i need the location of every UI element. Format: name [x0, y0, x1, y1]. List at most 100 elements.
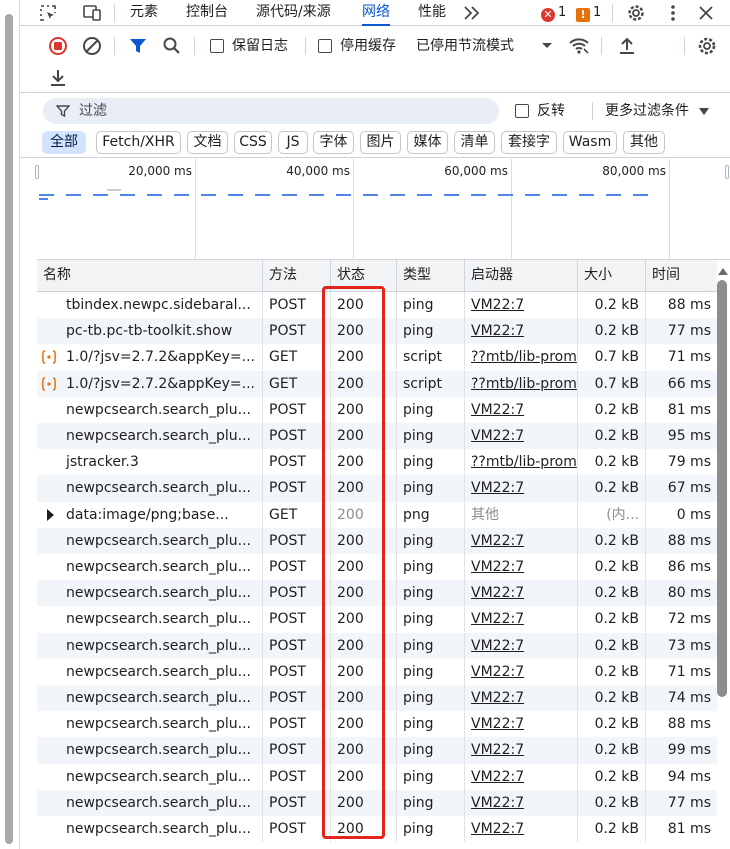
close-devtools-icon[interactable]	[696, 3, 716, 23]
filter-icon	[56, 105, 70, 118]
search-icon[interactable]	[161, 35, 183, 57]
request-time: 79 ms	[667, 454, 711, 471]
scrollbar-thumb[interactable]	[717, 280, 727, 697]
request-initiator[interactable]: VM22:7	[465, 789, 578, 816]
request-initiator[interactable]: VM22:7	[465, 816, 578, 842]
disable-cache-checkbox[interactable]: 停用缓存	[318, 37, 396, 55]
page-scrollbar[interactable]	[5, 14, 13, 844]
inspect-element-icon[interactable]	[38, 3, 58, 23]
table-scrollbar[interactable]	[715, 264, 730, 849]
settings-gear-icon[interactable]	[626, 3, 646, 23]
type-filter-doc[interactable]: 文档	[187, 131, 228, 154]
request-size: 0.2 kB	[578, 763, 646, 790]
request-time: 99 ms	[667, 742, 711, 759]
network-overview-timeline[interactable]: 20,000 ms 40,000 ms 60,000 ms 80,000 ms	[35, 159, 730, 260]
request-time: 88 ms	[667, 716, 711, 733]
column-header-type[interactable]: 类型	[397, 260, 465, 292]
request-initiator[interactable]: VM22:7	[465, 554, 578, 580]
type-filter-all[interactable]: 全部	[42, 131, 86, 154]
checkbox-box[interactable]	[210, 39, 224, 53]
checkbox-box[interactable]	[515, 104, 529, 118]
export-har-download-icon[interactable]	[47, 67, 69, 89]
network-conditions-wifi-icon[interactable]	[568, 35, 590, 57]
request-initiator[interactable]: VM22:7	[465, 737, 578, 764]
request-method: POST	[263, 658, 331, 685]
invert-label: 反转	[537, 103, 565, 119]
request-initiator[interactable]: VM22:7	[465, 423, 578, 449]
column-header-size[interactable]: 大小	[578, 260, 646, 292]
request-initiator[interactable]: VM22:7	[465, 658, 578, 685]
request-initiator[interactable]: VM22:7	[465, 606, 578, 633]
request-initiator[interactable]: VM22:7	[465, 318, 578, 345]
more-tabs-icon[interactable]	[462, 4, 482, 24]
tab-sources[interactable]: 源代码/来源	[256, 0, 331, 26]
request-initiator[interactable]: ??mtb/lib-prom	[465, 449, 578, 476]
request-initiator[interactable]: VM22:7	[465, 475, 578, 502]
type-filter-media[interactable]: 媒体	[407, 131, 448, 154]
request-initiator[interactable]: VM22:7	[465, 292, 578, 318]
network-settings-gear-icon[interactable]	[696, 35, 718, 57]
preserve-log-checkbox[interactable]: 保留日志	[210, 37, 288, 55]
more-options-icon[interactable]	[663, 3, 683, 23]
tab-network[interactable]: 网络	[362, 0, 390, 26]
column-header-initiator[interactable]: 启动器	[465, 260, 578, 292]
request-name: 1.0/?jsv=2.7.2&appKey=...	[37, 370, 263, 397]
request-initiator[interactable]: ??mtb/lib-prom	[465, 370, 578, 397]
request-initiator[interactable]: 其他	[465, 501, 578, 528]
request-initiator[interactable]: ??mtb/lib-prom	[465, 344, 578, 371]
checkbox-box[interactable]	[318, 39, 332, 53]
warning-icon: !	[576, 8, 590, 22]
filter-box[interactable]	[43, 98, 499, 124]
scroll-up-arrow-icon[interactable]	[718, 268, 728, 275]
tab-performance[interactable]: 性能	[418, 0, 446, 26]
separator	[684, 37, 685, 55]
request-initiator[interactable]: VM22:7	[465, 711, 578, 738]
request-initiator[interactable]: VM22:7	[465, 580, 578, 607]
tab-console[interactable]: 控制台	[186, 0, 228, 26]
throttling-select[interactable]: 已停用节流模式	[416, 37, 553, 55]
column-header-method[interactable]: 方法	[263, 260, 331, 292]
request-name: newpcsearch.search_plu...	[37, 763, 263, 790]
overview-right-handle[interactable]	[725, 165, 729, 179]
type-filter-socket[interactable]: 套接字	[501, 131, 557, 154]
type-filter-css[interactable]: CSS	[234, 131, 272, 154]
type-filter-js[interactable]: JS	[278, 131, 308, 154]
request-initiator[interactable]: VM22:7	[465, 763, 578, 790]
type-filter-other[interactable]: 其他	[623, 131, 665, 154]
request-name: tbindex.newpc.sidebaral...	[37, 292, 263, 318]
more-filters-dropdown[interactable]: 更多过滤条件	[605, 102, 709, 120]
overview-request-bar	[147, 194, 162, 196]
tab-elements[interactable]: 元素	[130, 0, 158, 26]
filter-funnel-icon[interactable]	[127, 35, 149, 57]
import-har-upload-icon[interactable]	[616, 35, 638, 57]
request-method: POST	[263, 580, 331, 607]
error-icon: ✕	[541, 8, 555, 22]
type-filter-wasm[interactable]: Wasm	[563, 131, 617, 154]
request-type: ping	[397, 685, 465, 711]
column-header-time[interactable]: 时间	[646, 260, 717, 292]
request-initiator[interactable]: VM22:7	[465, 396, 578, 423]
request-initiator[interactable]: VM22:7	[465, 685, 578, 711]
column-header-name[interactable]: 名称	[37, 260, 263, 292]
request-size: 0.2 kB	[578, 816, 646, 842]
type-filter-manifest[interactable]: 清单	[454, 131, 495, 154]
stop-recording-icon[interactable]	[47, 35, 69, 57]
expand-triangle-icon[interactable]	[47, 508, 54, 521]
request-initiator[interactable]: VM22:7	[465, 527, 578, 554]
type-filter-font[interactable]: 字体	[313, 131, 354, 154]
clear-log-icon[interactable]	[81, 35, 103, 57]
type-filter-img[interactable]: 图片	[360, 131, 401, 154]
device-toolbar-icon[interactable]	[82, 3, 102, 23]
invert-checkbox[interactable]: 反转	[515, 102, 565, 120]
error-count-badge[interactable]: ✕ 1	[541, 4, 566, 22]
request-initiator[interactable]: VM22:7	[465, 632, 578, 659]
request-method: POST	[263, 423, 331, 449]
request-name: newpcsearch.search_plu...	[37, 396, 263, 423]
overview-tick-label: 20,000 ms	[128, 164, 192, 178]
type-filter-fetch-xhr[interactable]: Fetch/XHR	[96, 131, 181, 154]
filter-input[interactable]	[79, 101, 479, 121]
request-time: 86 ms	[667, 559, 711, 575]
separator	[601, 37, 602, 55]
warning-count-badge[interactable]: ! 1	[576, 4, 601, 22]
overview-left-handle[interactable]	[35, 165, 39, 179]
